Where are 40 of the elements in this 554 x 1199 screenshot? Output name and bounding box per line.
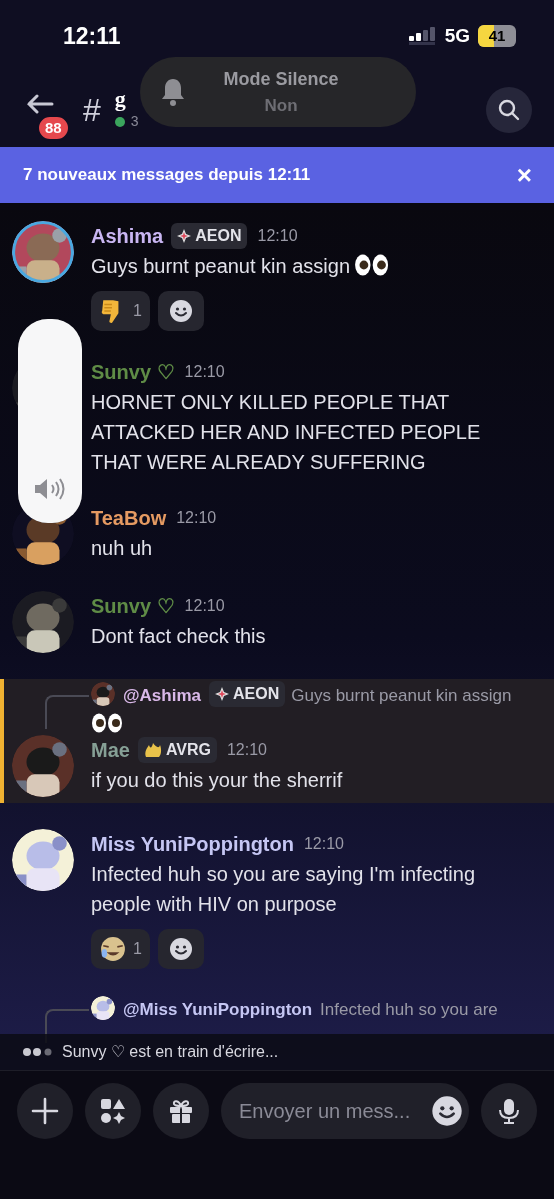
status-time: 12:11 bbox=[63, 21, 121, 51]
role-tag: AEON bbox=[171, 223, 248, 249]
role-tag: AEON bbox=[209, 681, 286, 707]
message-time: 12:10 bbox=[176, 508, 217, 528]
toast-title: Mode Silence bbox=[223, 67, 339, 91]
toast-value: Non bbox=[264, 94, 298, 117]
reply-author: @Ashima bbox=[123, 686, 201, 705]
close-button[interactable]: × bbox=[516, 162, 532, 188]
message-text: Infected huh so you are saying I'm infecting people with HIV on purpose bbox=[91, 862, 477, 917]
message-time: 12:10 bbox=[226, 740, 267, 760]
author-name: Sunvy ♡ bbox=[91, 594, 175, 619]
role-tag: AVRG bbox=[137, 737, 217, 763]
typing-text: Sunvy ♡ est en train d'écrire... bbox=[62, 1042, 279, 1062]
channel-hash: # bbox=[83, 90, 101, 130]
message-field[interactable]: Envoyer un mess... bbox=[221, 1083, 469, 1139]
message-text: Guys burnt peanut kin assign bbox=[91, 251, 492, 281]
message-time: 12:10 bbox=[184, 596, 225, 616]
reply-text: Guys burnt peanut kin assign bbox=[291, 686, 512, 705]
message-text: Dont fact check this bbox=[91, 624, 267, 649]
message-time: 12:10 bbox=[184, 362, 225, 382]
network-label: 5G bbox=[444, 23, 470, 48]
message-time: 12:10 bbox=[303, 834, 344, 854]
banner-text: 7 nouveaux messages depuis 12:11 bbox=[23, 164, 311, 187]
reaction-button[interactable]: 1 bbox=[91, 291, 150, 331]
message-input[interactable]: Envoyer un mess... bbox=[239, 1096, 431, 1126]
author-name: Ashima bbox=[91, 224, 164, 249]
message-time: 12:10 bbox=[257, 226, 298, 246]
member-count: 3 bbox=[130, 112, 139, 131]
author-name: TeaBow bbox=[91, 506, 167, 531]
author-name: Mae bbox=[91, 738, 130, 763]
reaction-button[interactable]: 1 bbox=[91, 929, 150, 969]
author-name: Sunvy ♡ bbox=[91, 360, 175, 385]
author-name: Miss YuniPoppington bbox=[91, 832, 294, 857]
unread-badge: 88 bbox=[37, 115, 70, 141]
channel-name: g bbox=[114, 87, 127, 111]
message-text: HORNET ONLY KILLED PEOPLE THAT ATTACKED HER AND INFECTED PEOPLE THAT WERE ALREADY SUFFERING bbox=[91, 390, 482, 475]
reply-text: Infected huh so you are bbox=[320, 1000, 498, 1019]
message-text: nuh uh bbox=[91, 536, 154, 561]
reply-author: @Miss YuniPoppington bbox=[123, 1000, 313, 1019]
message-text: if you do this your the sherrif bbox=[91, 768, 344, 793]
